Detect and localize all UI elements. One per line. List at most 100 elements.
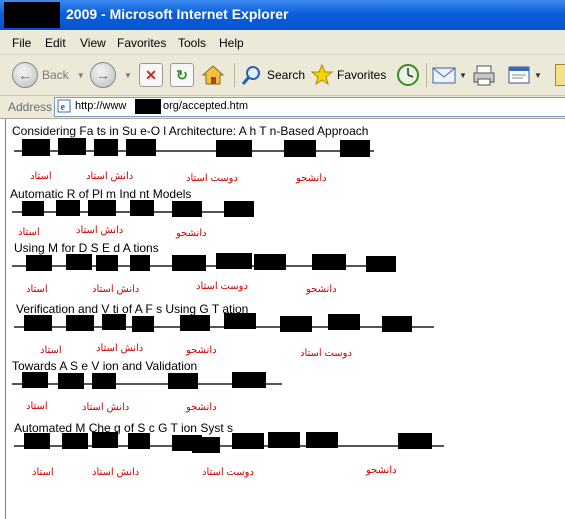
- annotation-danesh-ostad: دانش استاد: [86, 171, 134, 182]
- redaction-box: [24, 433, 50, 449]
- paper-title[interactable]: Using M for D S E d A tions: [14, 241, 159, 255]
- address-bar: Address e http://www org/accepted.htm: [0, 96, 565, 119]
- toolbar-separator: [234, 63, 235, 87]
- redaction-box: [180, 315, 210, 331]
- url-suffix: org/accepted.htm: [163, 100, 248, 112]
- home-button[interactable]: [201, 61, 225, 89]
- ie-page-icon: e: [57, 99, 71, 113]
- annotation-daneshjoo: دانشجو: [306, 284, 337, 295]
- redaction-box: [66, 315, 94, 331]
- annotation-daneshjoo: دانشجو: [186, 345, 217, 356]
- redaction-box: [96, 255, 118, 271]
- redaction-box: [92, 432, 118, 448]
- redaction-box: [306, 432, 338, 448]
- redaction-box: [232, 372, 266, 388]
- paper-title[interactable]: Verification and V ti of A F s Using G T…: [16, 302, 248, 316]
- print-button[interactable]: [472, 61, 496, 89]
- annotation-ostad: استاد: [40, 345, 62, 356]
- redaction-box: [328, 314, 360, 330]
- annotation-daneshjoo: دانشجو: [186, 402, 217, 413]
- annotation-ostad: استاد: [26, 401, 48, 412]
- address-label: Address: [8, 100, 53, 114]
- title-bar: 2009 - Microsoft Internet Explorer: [0, 0, 565, 30]
- annotation-daneshjoo: دانشجو: [366, 465, 397, 476]
- url-prefix: http://www: [75, 100, 127, 112]
- redaction-box: [232, 433, 264, 449]
- annotation-danesh-ostad: دانش استاد: [76, 225, 124, 236]
- annotation-danesh-ostad: دانش استاد: [92, 284, 140, 295]
- address-field[interactable]: e http://www org/accepted.htm: [54, 97, 565, 117]
- paper-title[interactable]: Towards A S e V ion and Validation: [12, 359, 197, 373]
- redaction-box: [268, 432, 300, 448]
- stop-icon: ✕: [139, 63, 163, 87]
- back-button[interactable]: ← Back ▼: [12, 61, 85, 89]
- annotation-ostad: استاد: [30, 171, 52, 182]
- redaction-box: [135, 99, 161, 114]
- menu-favorites[interactable]: Favorites: [117, 36, 166, 50]
- redaction-box: [102, 314, 126, 330]
- redaction-box: [280, 316, 312, 332]
- chevron-down-icon: ▼: [534, 70, 542, 80]
- annotation-ostad: استاد: [18, 227, 40, 238]
- history-icon: [397, 64, 419, 86]
- discuss-icon: [555, 64, 565, 86]
- search-button[interactable]: Search: [240, 61, 305, 89]
- redaction-box: [22, 139, 50, 156]
- back-label: Back: [42, 68, 69, 82]
- favorites-button[interactable]: Favorites: [310, 61, 386, 89]
- redaction-box: [126, 139, 156, 156]
- discuss-button[interactable]: [555, 61, 565, 89]
- redaction-box: [192, 437, 220, 453]
- redaction-box: [66, 254, 92, 270]
- search-icon: [241, 66, 260, 85]
- redaction-box: [172, 201, 202, 217]
- browser-window: 2009 - Microsoft Internet Explorer File …: [0, 0, 565, 519]
- annotation-daneshjoo: دانشجو: [296, 173, 327, 184]
- mail-button[interactable]: ▼: [432, 61, 467, 89]
- annotation-danesh-ostad: دانش استاد: [96, 343, 144, 354]
- menu-file[interactable]: File: [12, 36, 31, 50]
- redaction-box: [340, 140, 370, 157]
- toolbar: ← Back ▼ → ▼ ✕ ↻ Search Favorites ▼ ▼: [0, 55, 565, 96]
- annotation-ostad: استاد: [26, 284, 48, 295]
- redaction-box: [312, 254, 346, 270]
- redaction-box: [398, 433, 432, 449]
- annotation-doost-ostad: دوست استاد: [300, 348, 352, 359]
- paper-title[interactable]: Considering Fa ts in Su e-O l Architectu…: [12, 124, 368, 138]
- redaction-box: [284, 140, 316, 157]
- redaction-box: [94, 139, 118, 156]
- redaction-box: [22, 372, 48, 388]
- redaction-box: [366, 256, 396, 272]
- menu-tools[interactable]: Tools: [178, 36, 206, 50]
- redaction-box: [128, 433, 150, 449]
- redaction-box: [132, 316, 154, 332]
- menu-bar: File Edit View Favorites Tools Help: [0, 30, 565, 55]
- annotation-doost-ostad: دوست استاد: [202, 467, 254, 478]
- paper-title[interactable]: Automatic R of Pl m Ind nt Models: [10, 187, 191, 201]
- redaction-box: [130, 200, 154, 216]
- menu-edit[interactable]: Edit: [45, 36, 66, 50]
- redaction-box: [24, 315, 52, 331]
- redaction-box: [168, 373, 198, 389]
- menu-view[interactable]: View: [80, 36, 106, 50]
- redaction-box: [172, 255, 206, 271]
- toolbar-separator: [426, 63, 427, 87]
- redaction-box: [224, 201, 254, 217]
- chevron-down-icon: ▼: [76, 70, 85, 80]
- menu-help[interactable]: Help: [219, 36, 244, 50]
- star-icon: [310, 63, 334, 86]
- window-title: 2009 - Microsoft Internet Explorer: [66, 6, 289, 22]
- history-button[interactable]: [395, 61, 421, 89]
- annotation-danesh-ostad: دانش استاد: [82, 402, 130, 413]
- redaction-box: [216, 140, 252, 157]
- redaction-box: [62, 433, 88, 449]
- refresh-button[interactable]: ↻: [170, 61, 194, 89]
- forward-button[interactable]: → ▼: [90, 61, 132, 89]
- edit-button[interactable]: ▼: [507, 61, 542, 89]
- redaction-box: [58, 373, 84, 389]
- redaction-box: [224, 313, 256, 329]
- stop-button[interactable]: ✕: [139, 61, 163, 89]
- redaction-box: [216, 253, 252, 269]
- search-label: Search: [267, 68, 306, 82]
- favorites-label: Favorites: [337, 68, 387, 82]
